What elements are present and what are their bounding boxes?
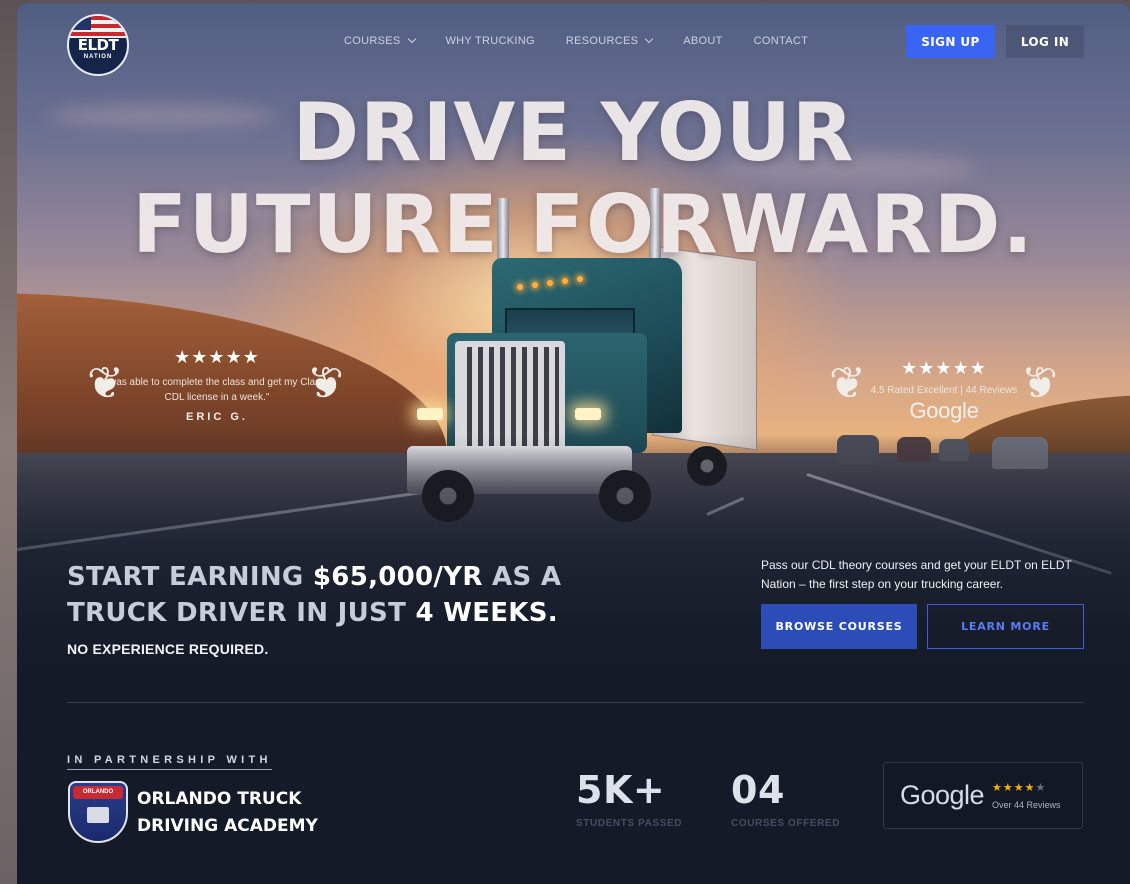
testimonial: ★★★★★ "I was able to complete the class …: [97, 347, 337, 423]
nav-item-courses[interactable]: COURSES: [344, 34, 416, 47]
star-icon: ★★★★★: [901, 358, 987, 378]
google-rating-badge: ★★★★★ 4.5 Rated Excellent | 44 Reviews G…: [837, 358, 1051, 424]
hero-headline: DRIVE YOUR FUTURE FORWARD.: [17, 87, 1130, 271]
rating-summary: 4.5 Rated Excellent | 44 Reviews: [870, 385, 1018, 396]
truck-icon: [87, 807, 109, 823]
earning-pitch: START EARNING $65,000/YR AS A TRUCK DRIV…: [67, 562, 562, 628]
headline-line-1: DRIVE YOUR: [292, 86, 855, 179]
nav-item-why-trucking[interactable]: WHY TRUCKING: [446, 35, 535, 47]
review-count: Over 44 Reviews: [992, 800, 1061, 810]
google-reviews-card[interactable]: Google ★★★★★ Over 44 Reviews: [883, 762, 1083, 829]
partnership-label: IN PARTNERSHIP WITH: [67, 754, 272, 770]
stat-courses-offered: 04 COURSES OFFERED: [731, 768, 841, 829]
headline-line-2: FUTURE FORWARD.: [132, 178, 1035, 271]
google-wordmark: Google: [909, 398, 979, 423]
testimonial-quote: "I was able to complete the class and ge…: [99, 377, 335, 403]
nav-item-contact[interactable]: CONTACT: [754, 35, 808, 47]
learn-more-button[interactable]: LEARN MORE: [927, 604, 1084, 649]
eldt-nation-logo[interactable]: ELDT NATION: [67, 14, 129, 76]
section-divider: [67, 702, 1084, 703]
chevron-down-icon: [407, 34, 416, 44]
nav-item-about[interactable]: ABOUT: [683, 35, 722, 47]
star-icon: ★★★★★: [992, 782, 1047, 794]
flag-icon: [69, 16, 127, 38]
sign-up-button[interactable]: SIGN UP: [906, 25, 995, 58]
salary-highlight: $65,000/YR: [312, 562, 483, 592]
google-wordmark: Google: [900, 780, 985, 810]
no-experience-note: NO EXPERIENCE REQUIRED.: [67, 641, 269, 657]
cta-description: Pass our CDL theory courses and get your…: [761, 558, 1072, 591]
landing-page: ELDT NATION COURSES WHY TRUCKING RESOURC…: [17, 3, 1130, 884]
log-in-button[interactable]: LOG IN: [1006, 25, 1084, 58]
shield-logo-icon[interactable]: ORLANDO: [68, 781, 128, 843]
nav-item-resources[interactable]: RESOURCES: [566, 34, 654, 47]
partner-name[interactable]: ORLANDO TRUCK DRIVING ACADEMY: [137, 786, 337, 840]
main-nav: COURSES WHY TRUCKING RESOURCES ABOUT CON…: [344, 34, 839, 47]
star-icon: ★★★★★: [174, 347, 260, 367]
browse-courses-button[interactable]: BROWSE COURSES: [761, 604, 917, 649]
stat-students-passed: 5K+ STUDENTS PASSED: [576, 768, 683, 829]
chevron-down-icon: [645, 34, 654, 44]
testimonial-author: ERIC G.: [186, 411, 248, 423]
weeks-highlight: 4 WEEKS.: [415, 598, 558, 628]
